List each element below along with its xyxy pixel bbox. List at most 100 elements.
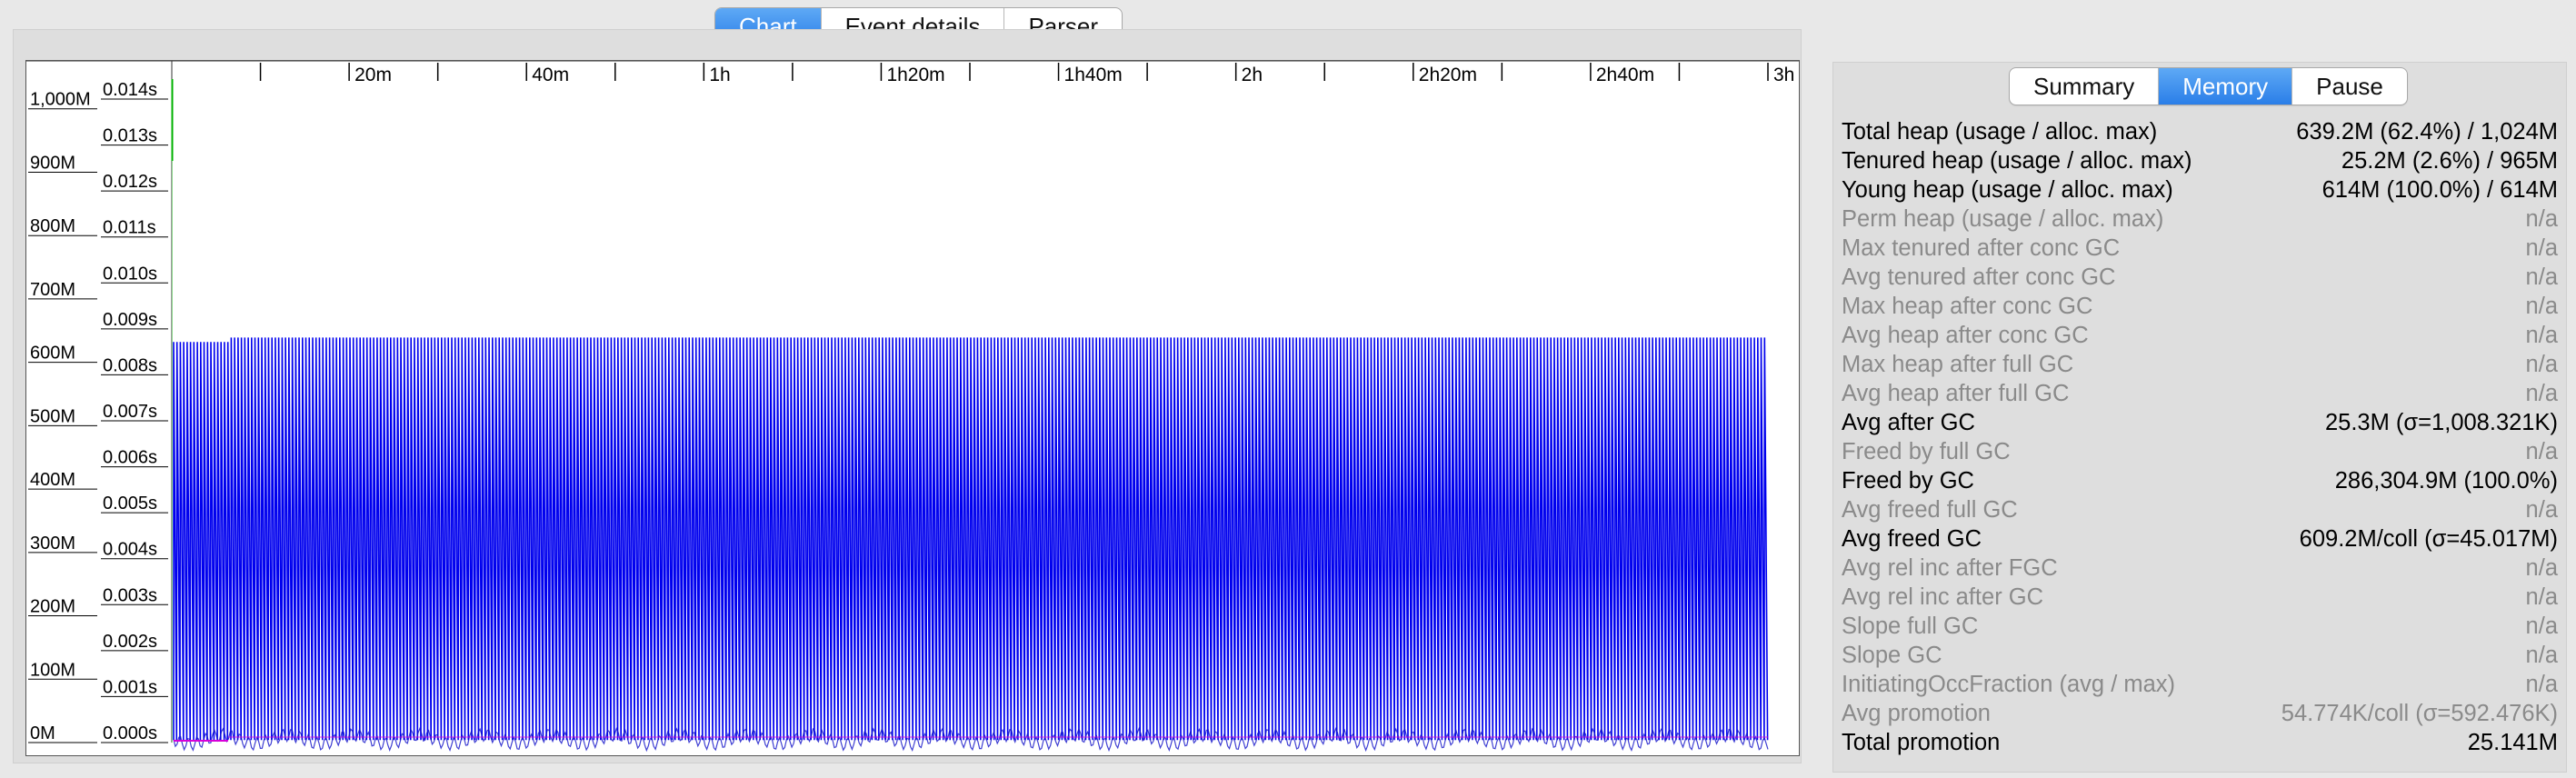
stat-row: Avg tenured after conc GC n/a [1842, 263, 2558, 292]
stat-value: n/a [2525, 497, 2558, 523]
stat-row: Avg heap after conc GC n/a [1842, 321, 2558, 350]
stat-value: n/a [2525, 264, 2558, 290]
stat-value: 54.774K/coll (σ=592.476K) [2281, 701, 2558, 726]
x-tick-label: 3h [1773, 65, 1794, 85]
stat-value: 609.2M/coll (σ=45.017M) [2299, 526, 2558, 552]
x-tick-label: 1h20m [886, 65, 944, 85]
stat-value: 286,304.9M (100.0%) [2334, 468, 2558, 494]
stat-row: Avg freed full GC n/a [1842, 495, 2558, 524]
stat-row: Max heap after conc GC n/a [1842, 292, 2558, 321]
stat-row: Perm heap (usage / alloc. max) n/a [1842, 204, 2558, 234]
y-tick-label-memory: 100M [30, 660, 75, 680]
stat-row: Avg after GC 25.3M (σ=1,008.321K) [1842, 408, 2558, 437]
stat-row: Max tenured after conc GC n/a [1842, 234, 2558, 263]
stat-value: n/a [2525, 294, 2558, 319]
stat-value: n/a [2525, 323, 2558, 348]
stat-row: Young heap (usage / alloc. max) 614M (100… [1842, 175, 2558, 204]
y-tick-label-memory: 200M [30, 597, 75, 617]
y-tick-label-pause: 0.005s [103, 494, 157, 514]
stat-label: Total heap (usage / alloc. max) [1842, 119, 2158, 145]
y-tick-label-pause: 0.014s [103, 80, 157, 100]
y-tick-label-memory: 500M [30, 406, 75, 426]
stat-value: n/a [2525, 206, 2558, 232]
stat-value: n/a [2525, 381, 2558, 406]
x-tick-label: 2h [1242, 65, 1263, 85]
stat-value: n/a [2525, 439, 2558, 464]
stat-row: Avg freed GC 609.2M/coll (σ=45.017M) [1842, 524, 2558, 554]
stat-row: Slope full GC n/a [1842, 612, 2558, 641]
x-tick-label: 1h [709, 65, 730, 85]
y-tick-label-memory: 300M [30, 534, 75, 554]
stat-label: Slope GC [1842, 643, 1942, 668]
stat-value: 639.2M (62.4%) / 1,024M [2296, 119, 2558, 145]
stat-row: Tenured heap (usage / alloc. max) 25.2M (… [1842, 146, 2558, 175]
gc-chart[interactable]: 20m 40m 1h 1h20m 1h40m 2h 2h20m 2h40m 3h 1,000M 90… [25, 60, 1800, 756]
y-tick-label-memory: 900M [30, 153, 75, 173]
stat-row: Avg rel inc after GC n/a [1842, 583, 2558, 612]
stat-label: Total promotion [1842, 730, 2001, 755]
stat-label: Avg heap after conc GC [1842, 323, 2089, 348]
stat-row: Freed by GC 286,304.9M (100.0%) [1842, 466, 2558, 495]
stat-row: Total heap (usage / alloc. max) 639.2M (6… [1842, 117, 2558, 146]
x-tick-label: 1h40m [1064, 65, 1123, 85]
stat-value: n/a [2525, 555, 2558, 581]
stat-row: InitiatingOccFraction (avg / max) n/a [1842, 670, 2558, 699]
y-tick-label-pause: 0.013s [103, 126, 157, 146]
y-tick-label-pause: 0.010s [103, 264, 157, 284]
y-tick-label-pause: 0.008s [103, 355, 157, 375]
stat-label: Avg freed full GC [1842, 497, 2018, 523]
y-tick-label-pause: 0.004s [103, 540, 157, 560]
y-tick-label-pause: 0.011s [103, 218, 156, 238]
y-tick-label-pause: 0.001s [103, 677, 157, 697]
x-tick-label: 2h40m [1596, 65, 1654, 85]
tab-summary[interactable]: Summary [2010, 68, 2158, 105]
y-tick-label-memory: 400M [30, 470, 75, 490]
stat-label: Avg rel inc after FGC [1842, 555, 2058, 581]
stat-value: n/a [2525, 613, 2558, 639]
stat-label: Avg tenured after conc GC [1842, 264, 2116, 290]
right-tab-bar: Summary Memory Pause [2009, 67, 2408, 105]
stat-row: Avg promotion 54.774K/coll (σ=592.476K) [1842, 699, 2558, 728]
stat-label: Avg promotion [1842, 701, 1991, 726]
stat-label: Max heap after conc GC [1842, 294, 2093, 319]
stat-label: Avg rel inc after GC [1842, 584, 2044, 610]
tab-pause[interactable]: Pause [2291, 68, 2407, 105]
x-tick-label: 20m [354, 65, 392, 85]
stat-label: Avg freed GC [1842, 526, 1982, 552]
stat-label: Perm heap (usage / alloc. max) [1842, 206, 2164, 232]
stat-row: Slope GC n/a [1842, 641, 2558, 670]
stat-value: n/a [2525, 235, 2558, 261]
y-tick-label-memory: 600M [30, 344, 75, 364]
x-tick-label: 2h20m [1419, 65, 1477, 85]
stat-row: Avg heap after full GC n/a [1842, 379, 2558, 408]
y-tick-label-pause: 0.000s [103, 723, 157, 743]
stat-value: 25.2M (2.6%) / 965M [2341, 148, 2558, 174]
y-tick-label-memory: 800M [30, 216, 75, 236]
y-tick-label-pause: 0.002s [103, 632, 157, 652]
stat-row: Total promotion 25.141M [1842, 728, 2558, 757]
stat-label: Freed by GC [1842, 468, 1974, 494]
stat-value: 614M (100.0%) / 614M [2321, 177, 2558, 203]
stat-label: Avg after GC [1842, 410, 1975, 435]
tab-memory[interactable]: Memory [2158, 68, 2292, 105]
stat-label: Young heap (usage / alloc. max) [1842, 177, 2173, 203]
stat-label: InitiatingOccFraction (avg / max) [1842, 672, 2176, 697]
stat-row: Max heap after full GC n/a [1842, 350, 2558, 379]
memory-stats-table: Total heap (usage / alloc. max) 639.2M (6… [1842, 117, 2558, 757]
stat-label: Tenured heap (usage / alloc. max) [1842, 148, 2192, 174]
heap-series [173, 337, 1769, 741]
stat-row: Avg rel inc after FGC n/a [1842, 554, 2558, 583]
stat-value: n/a [2525, 352, 2558, 377]
y-tick-label-memory: 0M [30, 723, 55, 743]
y-tick-label-pause: 0.003s [103, 585, 157, 605]
y-tick-label-memory: 1,000M [30, 90, 91, 110]
y-tick-label-pause: 0.006s [103, 448, 157, 468]
y-tick-label-pause: 0.007s [103, 402, 157, 422]
chart-svg: 20m 40m 1h 1h20m 1h40m 2h 2h20m 2h40m 3h 1,000M 90… [26, 61, 1799, 753]
stat-label: Freed by full GC [1842, 439, 2011, 464]
stat-value: 25.141M [2467, 730, 2558, 755]
stat-label: Avg heap after full GC [1842, 381, 2070, 406]
y-tick-label-pause: 0.012s [103, 172, 157, 192]
stat-value: n/a [2525, 643, 2558, 668]
stat-label: Max tenured after conc GC [1842, 235, 2121, 261]
